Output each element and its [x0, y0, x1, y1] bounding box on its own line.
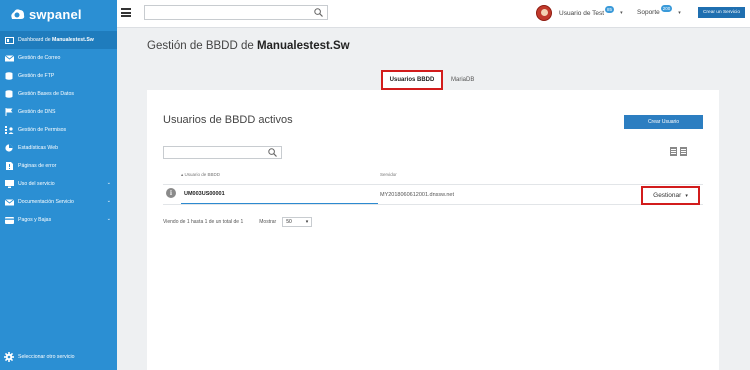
users-icon [4, 126, 14, 134]
sidebar-item-pagos-bajas[interactable]: Pagos y Bajas ⌄ [0, 211, 117, 229]
swpanel-logo-icon [11, 8, 25, 19]
topbar: Usuario de Test 85 ▾ Soporte200 ▾ Crear u… [117, 0, 750, 28]
pagination-summary: Viendo de 1 hasta 1 de un total de 1 [163, 219, 244, 225]
sidebar-nav: Dashboard de Manualestest.Sw Gestión de … [0, 31, 117, 229]
database-icon [4, 72, 14, 80]
hamburger-menu-icon[interactable] [121, 8, 131, 17]
column-header-label: Usuario de BBDD [184, 172, 221, 177]
sort-asc-icon: ▴ [181, 172, 184, 177]
tabs: Usuarios BBDD MariaDB [381, 70, 474, 90]
sidebar-item-label: Gestión de FTP [18, 73, 55, 79]
file-error-icon [4, 162, 14, 170]
page-size-select[interactable]: 50 ▾ [282, 217, 313, 227]
sidebar-item-ftp[interactable]: Gestión de FTP [0, 67, 117, 85]
manage-label: Gestionar [653, 192, 682, 199]
chevron-down-icon: ⌄ [106, 198, 111, 204]
support-label: Soporte [637, 9, 660, 16]
table-search-input[interactable] [163, 146, 282, 159]
select-other-service[interactable]: Seleccionar otro servicio [0, 350, 75, 364]
column-header-user[interactable]: ▴ Usuario de BBDD [181, 172, 220, 178]
column-header-server[interactable]: Servidor [380, 172, 397, 177]
card-title: Usuarios de BBDD activos [163, 114, 293, 126]
export-excel-icon[interactable] [670, 147, 677, 156]
sidebar-item-label: Estadísticas Web [18, 145, 58, 151]
monitor-icon [4, 180, 14, 188]
database-icon [4, 90, 14, 98]
chevron-down-icon: ⌄ [106, 180, 111, 186]
page-title-name: Manualestest.Sw [256, 40, 350, 52]
sidebar-item-estadisticas[interactable]: Estadísticas Web [0, 139, 117, 157]
create-service-button[interactable]: Crear un Servicio [698, 7, 745, 18]
pie-chart-icon [4, 144, 14, 152]
sidebar-item-label: Gestión Bases de Datos [18, 91, 74, 97]
cell-user: UM003US00001 [181, 185, 378, 204]
create-user-button[interactable]: Crear Usuario [624, 115, 703, 129]
users-card: Usuarios de BBDD activos Crear Usuario ▴… [147, 90, 719, 370]
table-row: i UM003US00001 MY2018060612001.dnssw.net [163, 185, 703, 204]
search-icon[interactable] [314, 8, 323, 17]
export-buttons [670, 147, 687, 156]
sidebar-item-dns[interactable]: Gestión de DNS [0, 103, 117, 121]
page-title-prefix: Gestión de BBDD de [147, 40, 257, 52]
user-notification-badge: 85 [605, 5, 615, 13]
search-icon[interactable] [268, 148, 277, 157]
sidebar-item-bases-de-datos[interactable]: Gestión Bases de Datos [0, 85, 117, 103]
sidebar-item-label: Pagos y Bajas [18, 217, 52, 223]
tab-mariadb[interactable]: MariaDB [451, 70, 474, 90]
logo-text: swpanel [29, 6, 82, 22]
user-name: Usuario de Test [559, 9, 605, 17]
table-footer: Viendo de 1 hasta 1 de un total de 1 Mos… [163, 217, 313, 227]
chevron-down-icon: ⌄ [106, 216, 111, 222]
card-icon [4, 216, 14, 224]
support-menu[interactable]: Soporte200 ▾ [637, 5, 681, 16]
dashboard-icon [4, 36, 14, 44]
tab-usuarios-bbdd[interactable]: Usuarios BBDD [381, 70, 443, 90]
sidebar-item-label: Gestión de Permisos [18, 127, 67, 133]
sidebar-item-paginas-error[interactable]: Páginas de error [0, 157, 117, 175]
page-title: Gestión de BBDD de Manualestest.Sw [147, 40, 350, 52]
avatar[interactable] [536, 5, 552, 21]
caret-down-icon: ▾ [685, 192, 688, 199]
sidebar-item-domain: Manualestest.Sw [52, 37, 94, 43]
search-input[interactable] [144, 5, 328, 20]
user-menu[interactable]: Usuario de Test 85 ▾ [536, 4, 623, 22]
sidebar: swpanel Dashboard de Manualestest.Sw Ges… [0, 0, 117, 370]
sidebar-item-dashboard[interactable]: Dashboard de Manualestest.Sw [0, 31, 117, 49]
divider [163, 204, 703, 205]
sidebar-item-permisos[interactable]: Gestión de Permisos [0, 121, 117, 139]
sidebar-item-label: Uso del servicio [18, 181, 55, 187]
sidebar-item-label: Documentación Servicio [18, 199, 74, 205]
page-size-value: 50 [286, 219, 292, 225]
caret-down-icon: ▾ [620, 10, 623, 16]
select-other-service-label: Seleccionar otro servicio [18, 354, 75, 360]
cell-server: MY2018060612001.dnssw.net [380, 191, 455, 198]
caret-down-icon: ▾ [305, 219, 309, 225]
info-icon[interactable]: i [166, 188, 176, 198]
sidebar-item-label: Gestión de DNS [18, 109, 56, 115]
logo[interactable]: swpanel [10, 6, 82, 22]
manage-dropdown-button[interactable]: Gestionar ▾ [641, 186, 700, 205]
sidebar-item-documentacion[interactable]: Documentación Servicio ⌄ [0, 193, 117, 211]
export-pdf-icon[interactable] [680, 147, 687, 156]
sidebar-item-correo[interactable]: Gestión de Correo [0, 49, 117, 67]
sidebar-item-label: Gestión de Correo [18, 55, 61, 61]
sidebar-item-uso-servicio[interactable]: Uso del servicio ⌄ [0, 175, 117, 193]
caret-down-icon: ▾ [678, 10, 681, 16]
page-size-label: Mostrar [259, 219, 277, 225]
sidebar-item-label: Páginas de error [18, 163, 57, 169]
mail-icon [4, 54, 14, 62]
gear-icon [4, 352, 14, 362]
flag-icon [4, 108, 14, 116]
envelope-icon [4, 198, 14, 206]
sidebar-item-label: Dashboard de [18, 37, 53, 43]
support-badge: 200 [660, 5, 673, 12]
